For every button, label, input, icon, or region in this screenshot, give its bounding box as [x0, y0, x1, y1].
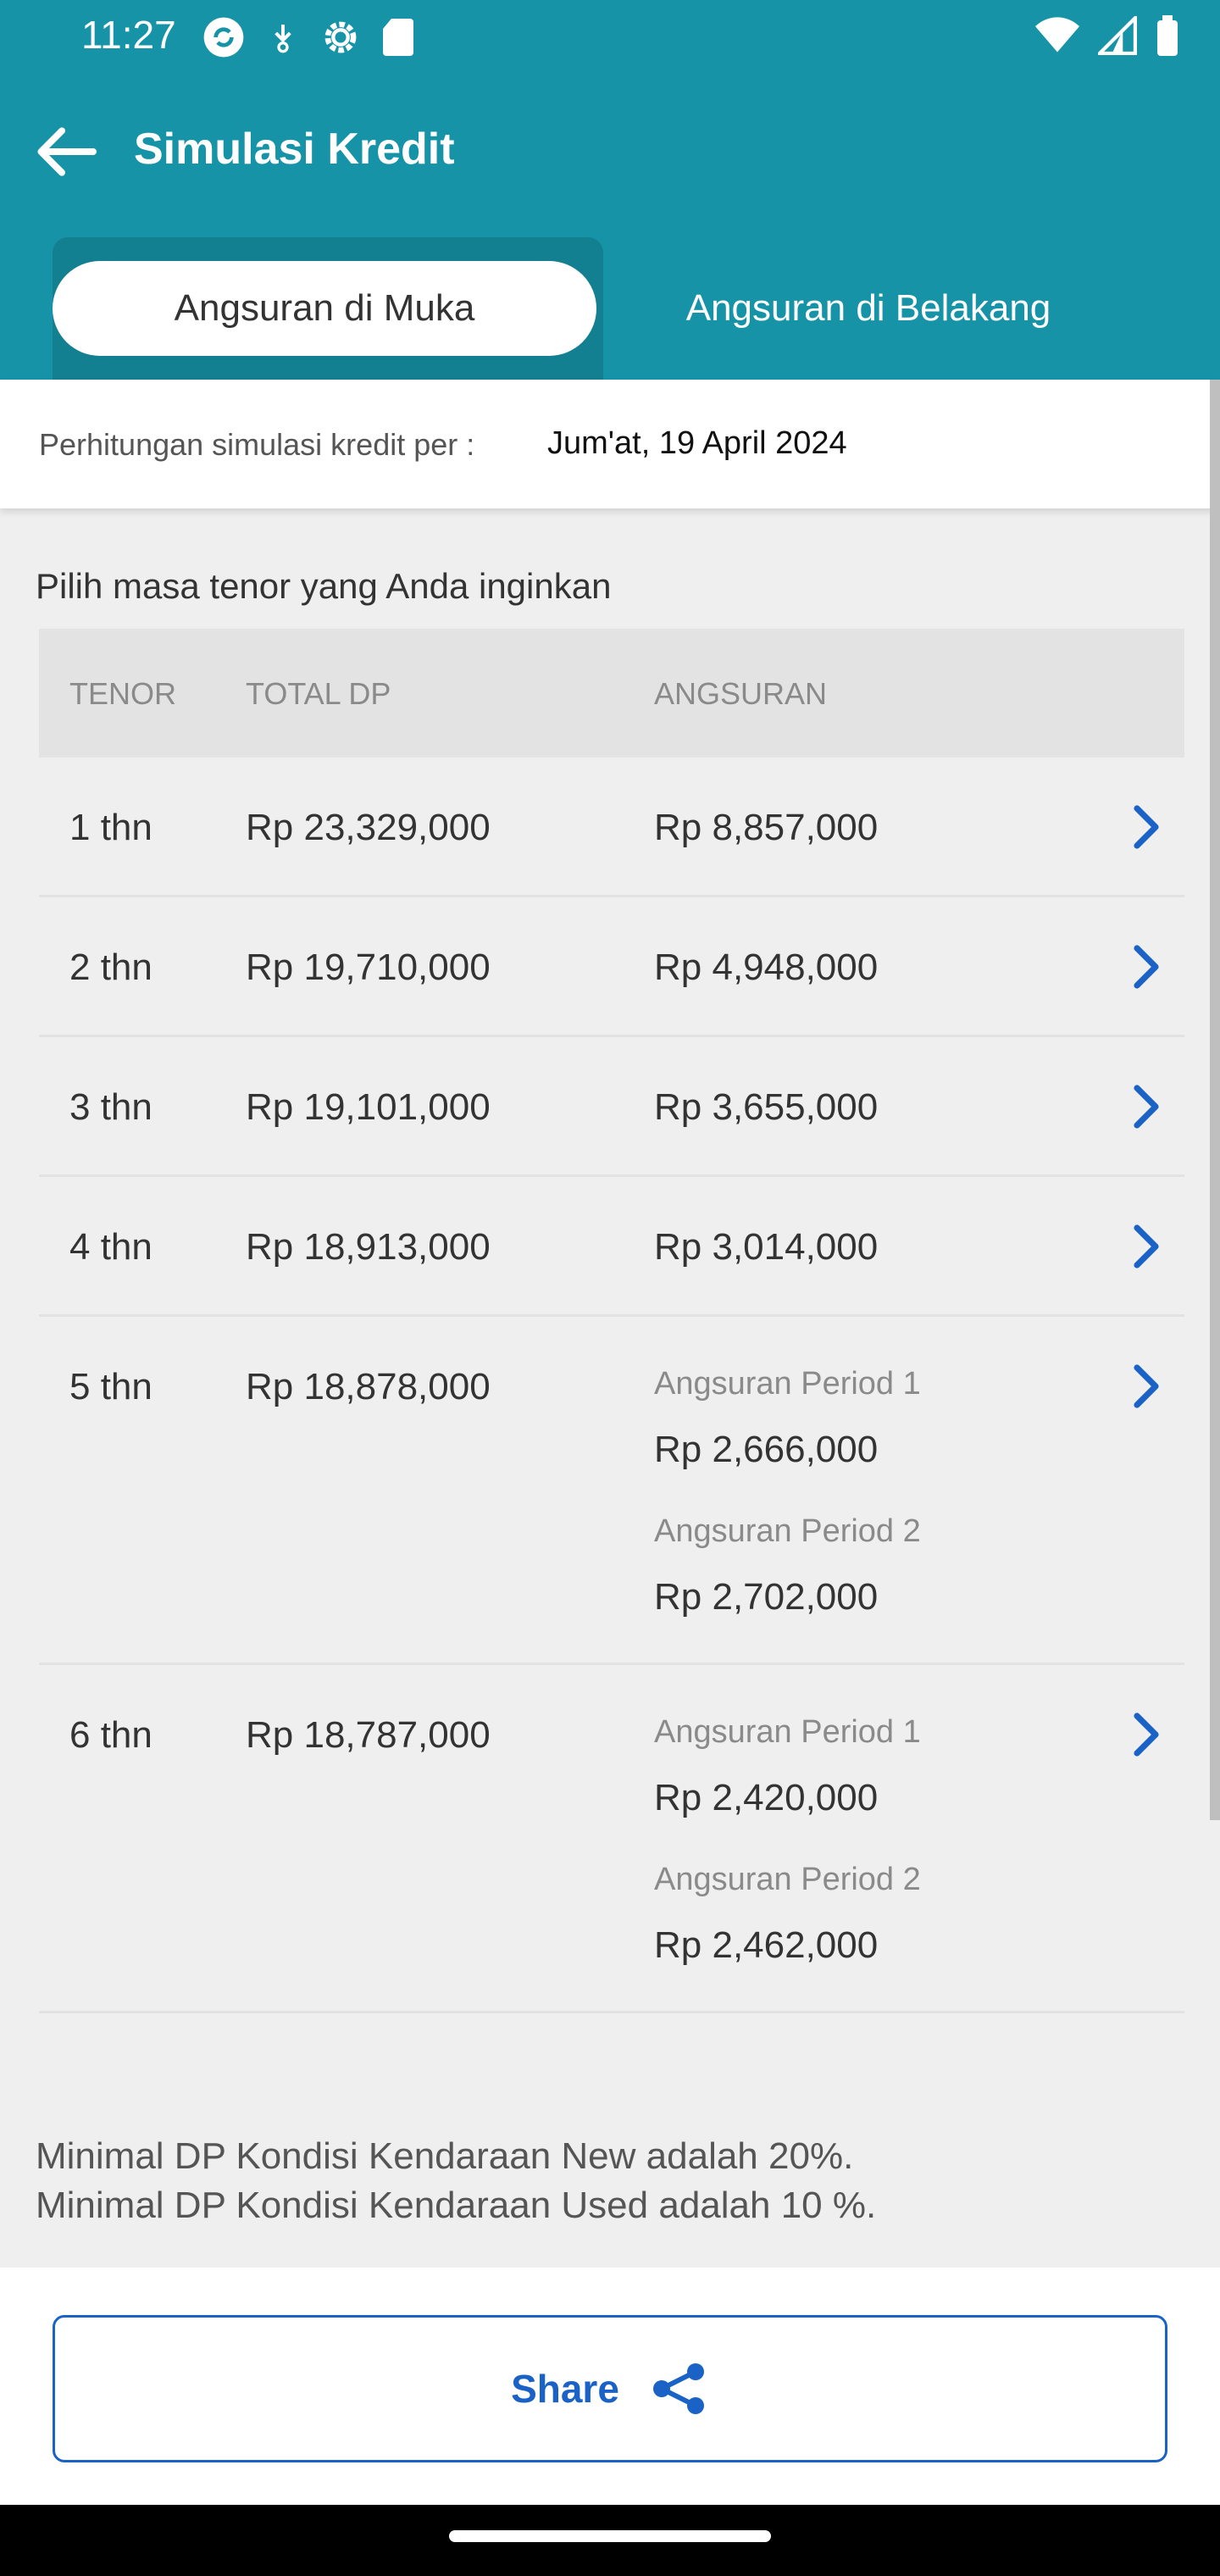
- row-angsuran: Rp 8,857,000: [654, 807, 879, 848]
- row-tenor: 1 thn: [69, 807, 152, 848]
- system-nav-bar: [0, 2505, 1220, 2576]
- row-angsuran: Rp 4,948,000: [654, 947, 879, 988]
- chevron-right-icon[interactable]: [1128, 1083, 1162, 1130]
- row-angsuran: Rp 3,655,000: [654, 1086, 879, 1128]
- table-header: TENOR TOTAL DP ANGSURAN: [39, 629, 1184, 758]
- row-tenor: 3 thn: [69, 1086, 152, 1128]
- row-tenor: 5 thn: [69, 1366, 152, 1407]
- chevron-right-icon[interactable]: [1128, 1711, 1162, 1758]
- share-icon: [652, 2363, 704, 2414]
- battery-icon: [1157, 15, 1178, 56]
- row-total-dp: Rp 19,710,000: [246, 947, 491, 988]
- period2-label: Angsuran Period 2: [654, 1862, 921, 1897]
- period1-value: Rp 2,666,000: [654, 1429, 879, 1470]
- status-right-icons: [1035, 15, 1179, 56]
- download-icon: [274, 25, 291, 53]
- header-angsuran: ANGSURAN: [654, 676, 828, 711]
- row-total-dp: Rp 23,329,000: [246, 807, 491, 848]
- share-label: Share: [511, 2367, 619, 2411]
- row-total-dp: Rp 18,913,000: [246, 1226, 491, 1268]
- tab-bar: Angsuran di Muka Angsuran di Belakang: [0, 237, 1220, 380]
- chevron-right-icon[interactable]: [1128, 943, 1162, 991]
- chevron-right-icon[interactable]: [1128, 1223, 1162, 1270]
- table-row[interactable]: 1 thn Rp 23,329,000 Rp 8,857,000: [39, 758, 1184, 897]
- app-bar: Simulasi Kredit: [0, 102, 1220, 203]
- row-total-dp: Rp 18,878,000: [246, 1366, 491, 1407]
- arrow-left-icon: [37, 127, 97, 176]
- bottom-action-bar: Share: [0, 2268, 1220, 2505]
- sd-card-icon: [383, 19, 413, 56]
- table-row[interactable]: 3 thn Rp 19,101,000 Rp 3,655,000: [39, 1037, 1184, 1177]
- page-title: Simulasi Kredit: [134, 125, 455, 174]
- scrollbar[interactable]: [1210, 380, 1220, 1820]
- header-tenor: TENOR: [69, 676, 176, 711]
- status-left-icons: [200, 14, 415, 61]
- signal-icon: [1098, 16, 1137, 55]
- status-bar: 11:27: [0, 0, 1220, 76]
- wifi-icon: [1035, 17, 1079, 53]
- period2-label: Angsuran Period 2: [654, 1513, 921, 1549]
- row-angsuran: Rp 3,014,000: [654, 1226, 879, 1268]
- period1-label: Angsuran Period 1: [654, 1714, 921, 1750]
- table-row[interactable]: 5 thn Rp 18,878,000 Angsuran Period 1 Rp…: [39, 1317, 1184, 1665]
- tenor-table: TENOR TOTAL DP ANGSURAN 1 thn Rp 23,329,…: [39, 629, 1184, 2013]
- back-button[interactable]: [32, 122, 100, 181]
- settings-icon: [324, 21, 357, 53]
- share-button[interactable]: Share: [53, 2315, 1167, 2462]
- tab-angsuran-di-muka[interactable]: Angsuran di Muka: [53, 261, 596, 356]
- home-gesture-handle[interactable]: [449, 2530, 771, 2542]
- period2-value: Rp 2,702,000: [654, 1576, 879, 1618]
- dp-notes: Minimal DP Kondisi Kendaraan New adalah …: [36, 2132, 876, 2230]
- refresh-app-icon: [203, 17, 244, 58]
- section-title: Pilih masa tenor yang Anda inginkan: [36, 566, 612, 606]
- chevron-right-icon[interactable]: [1128, 803, 1162, 851]
- table-row[interactable]: 6 thn Rp 18,787,000 Angsuran Period 1 Rp…: [39, 1665, 1184, 2013]
- table-row[interactable]: 4 thn Rp 18,913,000 Rp 3,014,000: [39, 1177, 1184, 1317]
- period1-label: Angsuran Period 1: [654, 1366, 921, 1402]
- date-label: Perhitungan simulasi kredit per :: [39, 427, 475, 462]
- header-total-dp: TOTAL DP: [246, 676, 391, 711]
- row-total-dp: Rp 19,101,000: [246, 1086, 491, 1128]
- period2-value: Rp 2,462,000: [654, 1924, 879, 1966]
- table-row[interactable]: 2 thn Rp 19,710,000 Rp 4,948,000: [39, 897, 1184, 1037]
- row-tenor: 4 thn: [69, 1226, 152, 1268]
- date-value: Jum'at, 19 April 2024: [547, 425, 847, 461]
- tab-angsuran-di-belakang[interactable]: Angsuran di Belakang: [618, 261, 1118, 356]
- app-header: 11:27 Simulasi Kredit Angsuran di Muka A…: [0, 0, 1220, 380]
- note-line-used: Minimal DP Kondisi Kendaraan Used adalah…: [36, 2185, 877, 2226]
- row-total-dp: Rp 18,787,000: [246, 1714, 491, 1756]
- note-line-new: Minimal DP Kondisi Kendaraan New adalah …: [36, 2135, 854, 2177]
- chevron-right-icon[interactable]: [1128, 1363, 1162, 1410]
- row-tenor: 6 thn: [69, 1714, 152, 1756]
- period1-value: Rp 2,420,000: [654, 1777, 879, 1818]
- status-time: 11:27: [81, 13, 176, 57]
- date-info-bar: Perhitungan simulasi kredit per : Jum'at…: [0, 380, 1220, 508]
- row-tenor: 2 thn: [69, 947, 152, 988]
